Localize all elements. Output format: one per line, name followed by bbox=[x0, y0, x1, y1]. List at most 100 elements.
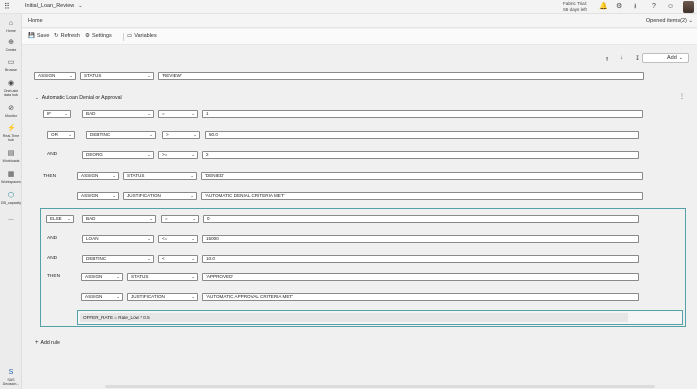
variable-select[interactable]: JUSTIFICATION ⌄ bbox=[127, 293, 198, 301]
select-value: OR bbox=[51, 132, 58, 137]
add-button[interactable]: Add ⌄ bbox=[642, 53, 689, 63]
rail-realtime[interactable]: ⚡ Real-Time hub bbox=[0, 125, 22, 142]
action-select[interactable]: ASSIGN ⌄ bbox=[81, 293, 123, 301]
variable-select[interactable]: STATUS ⌄ bbox=[123, 172, 197, 180]
capacity-icon: ⬡ bbox=[7, 192, 15, 199]
move-top-icon[interactable]: ⭱ bbox=[606, 55, 608, 65]
settings-label: Settings bbox=[91, 33, 112, 39]
variable-select[interactable]: STATUS ⌄ bbox=[127, 273, 198, 281]
value-field[interactable]: 'AUTOMATIC DENIAL CRITERIA MET' bbox=[201, 192, 643, 200]
opened-items-button[interactable]: Opened items(2) ⌄ bbox=[646, 18, 693, 24]
rail-label: DB_capacity bbox=[0, 201, 22, 205]
variable-select[interactable]: BAD ⌄ bbox=[82, 110, 154, 118]
refresh-button[interactable]: ↻ Refresh bbox=[54, 33, 80, 40]
download-icon[interactable]: ⭳ bbox=[634, 3, 636, 11]
operator-select[interactable]: >= ⌄ bbox=[158, 151, 198, 159]
more-options-icon[interactable]: ⋮ bbox=[679, 94, 685, 100]
chevron-down-icon: ⌄ bbox=[67, 216, 71, 221]
select-value: <= bbox=[162, 236, 168, 241]
trial-status[interactable]: Fabric Trial: 55 days left bbox=[563, 1, 587, 12]
variable-select[interactable]: DEBTINC ⌄ bbox=[86, 131, 156, 139]
rail-browse[interactable]: ▭ Browse bbox=[0, 59, 22, 72]
select-value: = bbox=[165, 216, 168, 221]
variable-select[interactable]: BAD ⌄ bbox=[82, 215, 156, 223]
value-field[interactable]: 1 bbox=[202, 110, 643, 118]
variable-select[interactable]: STATUS ⌄ bbox=[80, 72, 154, 80]
rail-monitor[interactable]: ⊘ Monitor bbox=[0, 105, 22, 118]
variable-select[interactable]: LOAN ⌄ bbox=[82, 235, 154, 243]
select-value: JUSTIFICATION bbox=[127, 193, 161, 198]
opened-items-label: Opened items(2) bbox=[645, 18, 687, 24]
bell-icon[interactable]: 🔔 bbox=[599, 3, 608, 11]
settings-button[interactable]: ⚙ Settings bbox=[85, 33, 112, 40]
rail-more[interactable]: ... bbox=[0, 215, 22, 224]
value-field[interactable]: 'AUTOMATIC APPROVAL CRITERIA MET' bbox=[202, 293, 639, 301]
app-launcher-icon[interactable]: ⠿ bbox=[4, 3, 13, 11]
add-rule-label: Add rule bbox=[40, 340, 60, 346]
value-field[interactable]: 0 bbox=[203, 215, 639, 223]
condition-keyword-select[interactable]: IF ⌄ bbox=[43, 110, 71, 118]
rail-home[interactable]: ⌂ Home bbox=[0, 20, 22, 33]
operator-select[interactable]: > ⌄ bbox=[162, 131, 200, 139]
value-field[interactable]: 'APPROVED' bbox=[202, 273, 639, 281]
gear-icon: ⚙ bbox=[85, 33, 90, 39]
item-title-dropdown[interactable]: Initial_Loan_Review ⌄ bbox=[25, 3, 82, 9]
select-value: ASSIGN bbox=[81, 193, 99, 198]
chevron-down-icon: ⌄ bbox=[112, 193, 116, 198]
trial-days-left: 55 days left bbox=[563, 6, 587, 12]
expression-text[interactable]: OFFER_RATE = Rate_Low * 0.5 bbox=[80, 313, 628, 322]
operator-select[interactable]: = ⌄ bbox=[161, 215, 199, 223]
chevron-down-icon: ⌄ bbox=[192, 216, 196, 221]
chevron-down-icon: ⌄ bbox=[190, 193, 194, 198]
operator-select[interactable]: = ⌄ bbox=[158, 110, 198, 118]
rule-header[interactable]: ⌄ Automatic Loan Denial or Approval bbox=[35, 95, 122, 101]
value-field[interactable]: 10.0 bbox=[202, 255, 639, 263]
action-select[interactable]: ASSIGN ⌄ bbox=[77, 192, 119, 200]
rail-sas-decision[interactable]: S SAS Decision... bbox=[0, 369, 22, 386]
chevron-down-icon: ⌄ bbox=[149, 216, 153, 221]
rail-workloads[interactable]: ▤ Workloads bbox=[0, 150, 22, 163]
help-icon[interactable]: ? bbox=[652, 3, 656, 11]
chevron-down-icon: ⌄ bbox=[191, 111, 195, 116]
chevron-down-icon: ⌄ bbox=[688, 18, 693, 24]
avatar[interactable] bbox=[683, 1, 694, 13]
gear-icon[interactable]: ⚙ bbox=[616, 3, 622, 11]
operator-select[interactable]: <= ⌄ bbox=[158, 235, 198, 243]
rail-db-capacity[interactable]: ⬡ DB_capacity bbox=[0, 192, 22, 205]
rail-create[interactable]: ⊕ Create bbox=[0, 39, 22, 52]
value-field[interactable]: 15000 bbox=[202, 235, 639, 243]
home-icon: ⌂ bbox=[8, 20, 14, 27]
rail-label: Home bbox=[6, 29, 16, 33]
rail-onelake[interactable]: ◉ OneLake data hub bbox=[0, 80, 22, 97]
condition-keyword: AND bbox=[47, 152, 58, 157]
expression-editor[interactable]: OFFER_RATE = Rate_Low * 0.5 bbox=[77, 310, 683, 325]
action-select[interactable]: ASSIGN ⌄ bbox=[81, 273, 123, 281]
rail-workspaces[interactable]: ▦ Workspaces bbox=[0, 171, 22, 184]
save-button[interactable]: 💾 Save bbox=[28, 33, 49, 40]
people-icon[interactable]: ☺ bbox=[667, 3, 674, 11]
chevron-down-icon: ⌄ bbox=[191, 256, 195, 261]
move-up-icon[interactable]: ↓ bbox=[620, 55, 623, 61]
move-down-icon[interactable]: ↧ bbox=[635, 55, 640, 62]
operator-select[interactable]: < ⌄ bbox=[158, 255, 198, 263]
action-select[interactable]: ASSIGN ⌄ bbox=[77, 172, 119, 180]
condition-keyword-select[interactable]: ELSE ⌄ bbox=[46, 215, 74, 223]
variable-select[interactable]: JUSTIFICATION ⌄ bbox=[123, 192, 197, 200]
field-value: 15000 bbox=[206, 236, 219, 241]
variable-select[interactable]: DEORG ⌄ bbox=[82, 151, 154, 159]
value-field[interactable]: 'REVIEW' bbox=[158, 72, 644, 80]
value-field[interactable]: 50.0 bbox=[205, 131, 639, 139]
variable-select[interactable]: DEBTINC ⌄ bbox=[82, 255, 154, 263]
rule-title: Automatic Loan Denial or Approval bbox=[41, 95, 122, 101]
variables-button[interactable]: ▭ Variables bbox=[127, 33, 157, 40]
value-field[interactable]: 'DENIED' bbox=[201, 172, 643, 180]
condition-keyword-select[interactable]: OR ⌄ bbox=[47, 131, 75, 139]
folder-icon: ▭ bbox=[7, 59, 15, 66]
rail-label: Monitor bbox=[5, 114, 17, 118]
value-field[interactable]: 2 bbox=[202, 151, 639, 159]
add-rule-button[interactable]: + Add rule bbox=[35, 340, 60, 346]
action-select[interactable]: ASSIGN ⌄ bbox=[34, 72, 76, 80]
horizontal-scrollbar[interactable] bbox=[105, 385, 655, 388]
select-value: ELSE bbox=[50, 216, 62, 221]
tab-home[interactable]: Home bbox=[28, 18, 43, 24]
